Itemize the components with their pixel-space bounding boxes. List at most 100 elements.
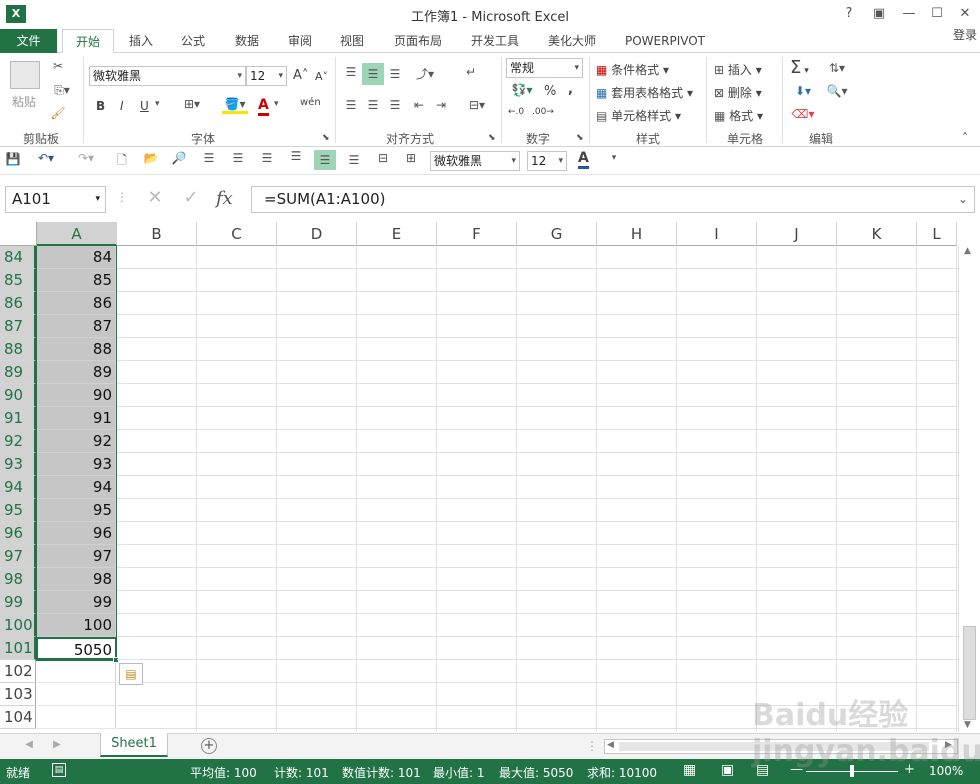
sort-filter-icon[interactable]: ⇅▾: [824, 61, 850, 75]
delete-cells-button[interactable]: ⊠ 删除 ▾: [714, 84, 762, 101]
qat-align-top-icon[interactable]: ☰: [287, 149, 305, 163]
select-all-corner[interactable]: [0, 222, 37, 246]
comma-button[interactable]: ,: [568, 82, 573, 97]
insert-cells-button[interactable]: ⊞ 插入 ▾: [714, 61, 762, 78]
vertical-scrollbar[interactable]: ▲ ▼: [958, 246, 980, 732]
cell-a[interactable]: 90: [37, 384, 116, 407]
minimize-icon[interactable]: —: [898, 5, 920, 23]
tab-beautify[interactable]: 美化大师: [542, 29, 602, 53]
column-header-c[interactable]: C: [197, 222, 277, 246]
row-header[interactable]: 92: [0, 430, 36, 453]
cell-a[interactable]: 84: [37, 246, 116, 269]
page-layout-view-icon[interactable]: ▣: [721, 762, 734, 778]
redo-icon[interactable]: ↷▾: [72, 151, 100, 165]
font-color-button[interactable]: A: [258, 97, 269, 116]
qat-align-middle-icon[interactable]: ☰: [314, 150, 336, 170]
shrink-font-button[interactable]: A˅: [315, 70, 328, 83]
qat-customize-icon[interactable]: ▾: [608, 153, 620, 163]
maximize-icon[interactable]: ☐: [926, 5, 948, 23]
row-header[interactable]: 84: [0, 246, 36, 269]
qat-font-color-button[interactable]: A: [578, 150, 589, 169]
cell-a[interactable]: [37, 683, 116, 706]
decrease-decimal-button[interactable]: .00→: [532, 107, 554, 117]
column-header-g[interactable]: G: [517, 222, 597, 246]
align-center-icon[interactable]: ☰: [364, 98, 382, 112]
cell-styles-button[interactable]: ▤ 单元格样式 ▾: [596, 107, 681, 124]
font-size-combo[interactable]: 12 ▾: [246, 66, 287, 86]
cell-a[interactable]: 85: [37, 269, 116, 292]
font-dialog-launcher-icon[interactable]: ⬊: [322, 133, 330, 143]
number-format-combo[interactable]: 常规 ▾: [506, 58, 583, 78]
increase-indent-icon[interactable]: ⇥: [432, 98, 450, 112]
find-select-icon[interactable]: 🔍▾: [824, 84, 850, 98]
row-header[interactable]: 85: [0, 269, 36, 292]
column-header-h[interactable]: H: [597, 222, 677, 246]
cell-a[interactable]: 87: [37, 315, 116, 338]
fill-color-icon[interactable]: 🪣▾: [222, 97, 248, 114]
row-header[interactable]: 102: [0, 660, 36, 683]
column-header-i[interactable]: I: [677, 222, 757, 246]
decrease-indent-icon[interactable]: ⇤: [410, 98, 428, 112]
cell-a[interactable]: 91: [37, 407, 116, 430]
column-header-l[interactable]: L: [917, 222, 957, 246]
macro-record-icon[interactable]: ▤: [52, 763, 66, 777]
scroll-left-icon[interactable]: ◀: [607, 740, 614, 750]
next-sheet-icon[interactable]: ▶: [52, 739, 62, 750]
row-header[interactable]: 89: [0, 361, 36, 384]
worksheet-grid[interactable]: ABCDEFGHIJKL 84 84 85 85 86 86 87 87 88 88 89 89 90 9…: [0, 222, 958, 732]
cell-a[interactable]: 99: [37, 591, 116, 614]
qat-align-left-icon[interactable]: ☰: [200, 151, 218, 165]
cell-a[interactable]: 98: [37, 568, 116, 591]
fill-icon[interactable]: ⬇▾: [790, 84, 816, 98]
cell-a[interactable]: 92: [37, 430, 116, 453]
row-header[interactable]: 88: [0, 338, 36, 361]
cut-icon[interactable]: ✂: [50, 59, 66, 73]
row-header[interactable]: 86: [0, 292, 36, 315]
ribbon-display-icon[interactable]: ▣: [868, 5, 890, 23]
confirm-entry-icon[interactable]: ✓: [180, 187, 202, 208]
cell-a[interactable]: 5050: [36, 637, 117, 660]
cell-a[interactable]: [37, 660, 116, 683]
font-color-dropdown-icon[interactable]: ▾: [274, 99, 279, 109]
row-header[interactable]: 103: [0, 683, 36, 706]
cell-a[interactable]: 100: [37, 614, 116, 637]
cell-a[interactable]: 93: [37, 453, 116, 476]
qat-align-right-icon[interactable]: ☰: [258, 151, 276, 165]
phonetic-button[interactable]: wén: [300, 97, 321, 108]
help-button[interactable]: ?: [838, 5, 860, 23]
cell-a[interactable]: 88: [37, 338, 116, 361]
row-header[interactable]: 94: [0, 476, 36, 499]
tab-file[interactable]: 文件: [0, 29, 57, 53]
font-name-combo[interactable]: 微软雅黑 ▾: [89, 66, 246, 86]
format-painter-icon[interactable]: 🖌: [50, 106, 66, 120]
qat-size-combo[interactable]: 12 ▾: [527, 151, 567, 171]
row-header[interactable]: 98: [0, 568, 36, 591]
italic-button[interactable]: I: [120, 99, 124, 113]
column-header-b[interactable]: B: [117, 222, 197, 246]
conditional-format-button[interactable]: ▦ 条件格式 ▾: [596, 61, 669, 78]
tab-powerpivot[interactable]: POWERPIVOT: [620, 29, 710, 53]
row-header[interactable]: 96: [0, 522, 36, 545]
cell-a[interactable]: 96: [37, 522, 116, 545]
autosum-button[interactable]: Σ ▾: [790, 57, 809, 78]
row-header[interactable]: 100: [0, 614, 36, 637]
copy-icon[interactable]: ⎘▾: [50, 83, 74, 98]
tab-data[interactable]: 数据: [226, 29, 268, 53]
align-bottom-icon[interactable]: ☰: [386, 67, 404, 81]
bold-button[interactable]: B: [96, 99, 105, 113]
cell-a[interactable]: [37, 706, 116, 729]
row-header[interactable]: 93: [0, 453, 36, 476]
cell-a[interactable]: 94: [37, 476, 116, 499]
tab-insert[interactable]: 插入: [120, 29, 162, 53]
normal-view-icon[interactable]: ▦: [683, 762, 696, 778]
underline-button[interactable]: U: [140, 99, 149, 113]
increase-decimal-button[interactable]: ←.0: [508, 107, 524, 117]
column-header-d[interactable]: D: [277, 222, 357, 246]
save-icon[interactable]: 💾: [5, 152, 21, 166]
formula-input[interactable]: =SUM(A1:A100) ⌄: [251, 186, 975, 213]
scroll-up-icon[interactable]: ▲: [964, 246, 971, 256]
tab-split-icon[interactable]: ⋮: [586, 739, 598, 753]
row-header[interactable]: 90: [0, 384, 36, 407]
row-header[interactable]: 97: [0, 545, 36, 568]
currency-icon[interactable]: 💱▾: [508, 83, 536, 97]
